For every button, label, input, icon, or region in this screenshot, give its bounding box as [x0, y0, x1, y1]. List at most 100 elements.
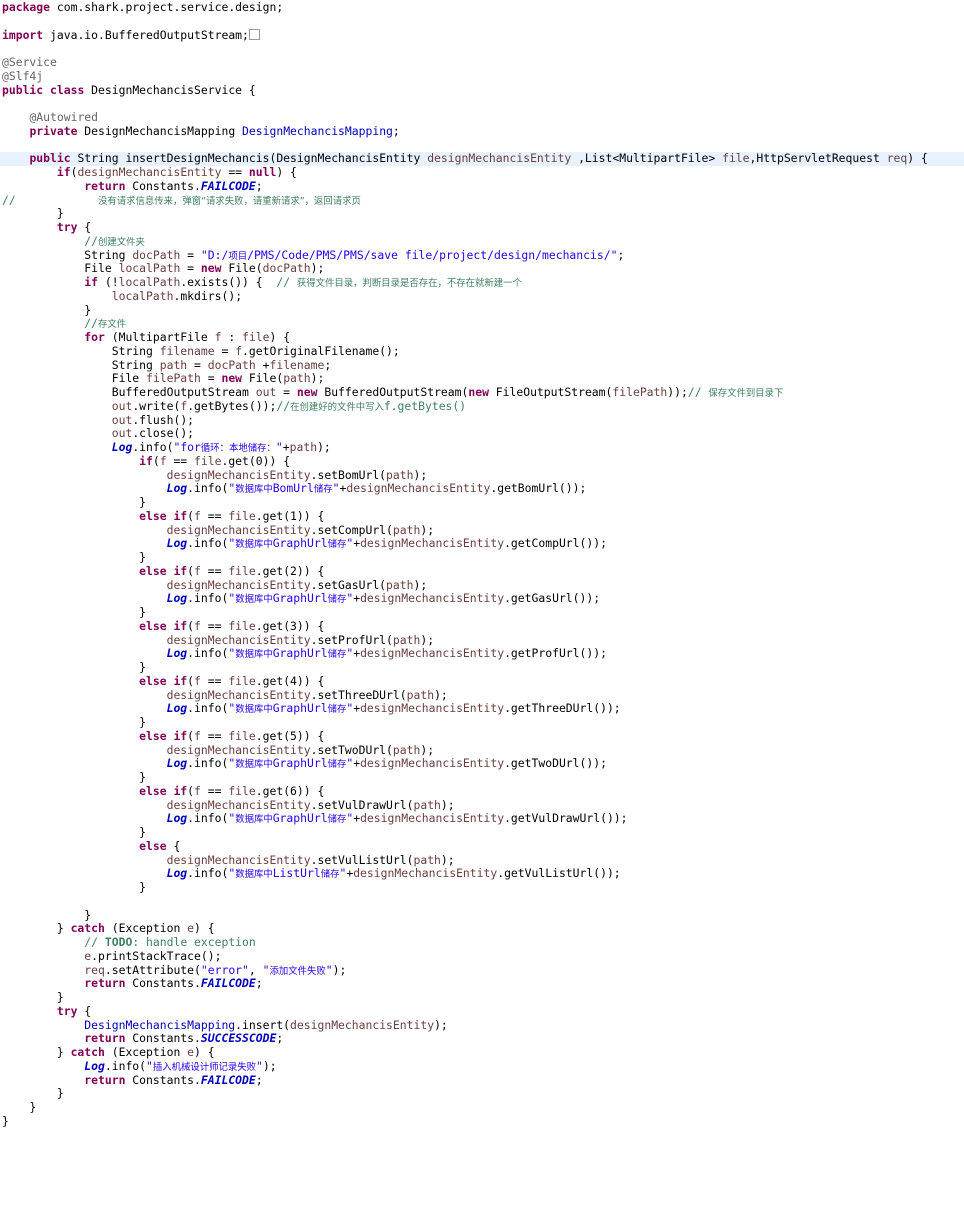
code-line[interactable] [0, 15, 964, 29]
string-literal: 项目 [228, 250, 248, 262]
code-line[interactable]: //创建文件夹 [0, 235, 964, 249]
code-line[interactable]: // TODO: handle exception [0, 936, 964, 950]
code-line[interactable] [0, 42, 964, 56]
code-line[interactable]: } [0, 771, 964, 785]
code-line[interactable]: return Constants.FAILCODE; [0, 180, 964, 194]
code-line[interactable]: Log.info("数据库中BomUrl储存"+designMechancisE… [0, 482, 964, 496]
code-line[interactable]: designMechancisEntity.setVulListUrl(path… [0, 854, 964, 868]
collapsed-fold-icon[interactable] [248, 28, 260, 40]
code-line[interactable]: } [0, 551, 964, 565]
code-line[interactable]: return Constants.FAILCODE; [0, 1074, 964, 1088]
code-line[interactable]: String filename = f.getOriginalFilename(… [0, 345, 964, 359]
code-line[interactable]: if (!localPath.exists()) { // 获得文件目录，判断目… [0, 276, 964, 290]
code-line[interactable]: } [0, 716, 964, 730]
code-line[interactable]: private DesignMechancisMapping DesignMec… [0, 125, 964, 139]
code-line[interactable] [0, 895, 964, 909]
code-line[interactable]: Log.info("数据库中GraphUrl储存"+designMechanci… [0, 812, 964, 826]
code-line[interactable]: } [0, 826, 964, 840]
code-line[interactable]: // 没有请求信息传来，弹窗“请求失败，请重新请求”，返回请求页 [0, 194, 964, 208]
code-line[interactable]: if(designMechancisEntity == null) { [0, 166, 964, 180]
code-line[interactable]: } [0, 496, 964, 510]
code-line[interactable]: Log.info("数据库中GraphUrl储存"+designMechanci… [0, 757, 964, 771]
code-line[interactable]: Log.info("数据库中ListUrl储存"+designMechancis… [0, 867, 964, 881]
code-text: .setProfUrl( [310, 633, 393, 647]
string-literal: ListUrl [272, 867, 321, 881]
code-line[interactable]: designMechancisEntity.setBomUrl(path); [0, 469, 964, 483]
code-line[interactable]: } [0, 304, 964, 318]
code-line[interactable]: File localPath = new File(docPath); [0, 262, 964, 276]
variable: path [392, 743, 421, 757]
code-line[interactable]: designMechancisEntity.setCompUrl(path); [0, 524, 964, 538]
code-line[interactable]: else if(f == file.get(1)) { [0, 510, 964, 524]
code-line[interactable]: out.close(); [0, 427, 964, 441]
keyword: catch [70, 1046, 105, 1059]
code-text: .info( [187, 867, 229, 881]
code-line[interactable]: else if(f == file.get(2)) { [0, 565, 964, 579]
code-line[interactable]: Log.info("数据库中GraphUrl储存"+designMechanci… [0, 702, 964, 716]
code-line[interactable]: String path = docPath +filename; [0, 359, 964, 373]
code-line[interactable]: Log.info("数据库中GraphUrl储存"+designMechanci… [0, 592, 964, 606]
code-line[interactable]: else if(f == file.get(5)) { [0, 730, 964, 744]
code-line[interactable]: Log.info("数据库中GraphUrl储存"+designMechanci… [0, 537, 964, 551]
variable: designMechancisEntity [77, 166, 222, 179]
keyword: else [139, 619, 167, 633]
code-line[interactable]: out.flush(); [0, 414, 964, 428]
code-line[interactable]: designMechancisEntity.setGasUrl(path); [0, 579, 964, 593]
code-line[interactable]: } [0, 207, 964, 221]
code-line[interactable]: } [0, 991, 964, 1005]
code-line[interactable]: import java.io.BufferedOutputStream; [0, 28, 964, 43]
code-line[interactable]: @Autowired [0, 111, 964, 125]
code-line[interactable]: Log.info("数据库中GraphUrl储存"+designMechanci… [0, 647, 964, 661]
code-line[interactable]: out.write(f.getBytes());//在创建好的文件中写入f.ge… [0, 400, 964, 414]
code-line[interactable]: return Constants.FAILCODE; [0, 977, 964, 991]
code-line[interactable]: req.setAttribute("error", "添加文件失败"); [0, 964, 964, 978]
code-line[interactable]: } [0, 606, 964, 620]
code-line[interactable]: Log.info("插入机械设计师记录失败"); [0, 1060, 964, 1074]
code-line[interactable]: else { [0, 840, 964, 854]
code-line[interactable]: else if(f == file.get(4)) { [0, 675, 964, 689]
code-line[interactable]: File filePath = new File(path); [0, 372, 964, 386]
variable: docPath [207, 358, 256, 372]
code-line[interactable] [0, 139, 964, 153]
code-line[interactable]: } [0, 1087, 964, 1101]
code-line[interactable]: package com.shark.project.service.design… [0, 1, 964, 15]
code-line[interactable]: @Service [0, 56, 964, 70]
code-line[interactable]: try { [0, 1005, 964, 1019]
code-line[interactable]: } catch (Exception e) { [0, 922, 964, 936]
variable: docPath [262, 262, 311, 276]
code-line[interactable] [0, 97, 964, 111]
code-line[interactable]: try { [0, 221, 964, 235]
current-code-line[interactable]: public String insertDesignMechancis(Desi… [0, 152, 964, 166]
code-line[interactable]: return Constants.SUCCESSCODE; [0, 1032, 964, 1046]
code-line[interactable]: } [0, 661, 964, 675]
code-text: } [2, 1087, 64, 1101]
code-line[interactable]: for (MultipartFile f : file) { [0, 331, 964, 345]
code-line[interactable]: } [0, 1115, 964, 1129]
code-line[interactable]: e.printStackTrace(); [0, 950, 964, 964]
code-line[interactable]: designMechancisEntity.setProfUrl(path); [0, 634, 964, 648]
code-line[interactable]: designMechancisEntity.setTwoDUrl(path); [0, 744, 964, 758]
code-line[interactable]: BufferedOutputStream out = new BufferedO… [0, 386, 964, 400]
code-line[interactable]: designMechancisEntity.setVulDrawUrl(path… [0, 799, 964, 813]
code-text: { [77, 221, 92, 234]
code-line[interactable]: DesignMechancisMapping.insert(designMech… [0, 1019, 964, 1033]
code-line[interactable]: if(f == file.get(0)) { [0, 455, 964, 469]
code-text: ; [255, 1073, 263, 1087]
code-editor[interactable]: package com.shark.project.service.design… [0, 1, 964, 1129]
code-line[interactable]: String docPath = "D:/项目/PMS/Code/PMS/PMS… [0, 249, 964, 263]
code-line[interactable]: } [0, 881, 964, 895]
code-line[interactable]: @Slf4j [0, 70, 964, 84]
code-line[interactable]: localPath.mkdirs(); [0, 290, 964, 304]
code-line[interactable]: designMechancisEntity.setThreeDUrl(path)… [0, 689, 964, 703]
code-line[interactable]: public class DesignMechancisService { [0, 84, 964, 98]
variable: designMechancisEntity [360, 592, 505, 606]
code-line[interactable]: else if(f == file.get(3)) { [0, 620, 964, 634]
code-line[interactable]: Log.info("for循环：本地储存："+path); [0, 441, 964, 455]
constant: FAILCODE [200, 977, 256, 991]
code-line[interactable]: } catch (Exception e) { [0, 1046, 964, 1060]
code-line[interactable]: } [0, 909, 964, 923]
keyword: public [29, 152, 71, 166]
code-line[interactable]: //存文件 [0, 317, 964, 331]
code-line[interactable]: } [0, 1101, 964, 1115]
code-line[interactable]: else if(f == file.get(6)) { [0, 785, 964, 799]
